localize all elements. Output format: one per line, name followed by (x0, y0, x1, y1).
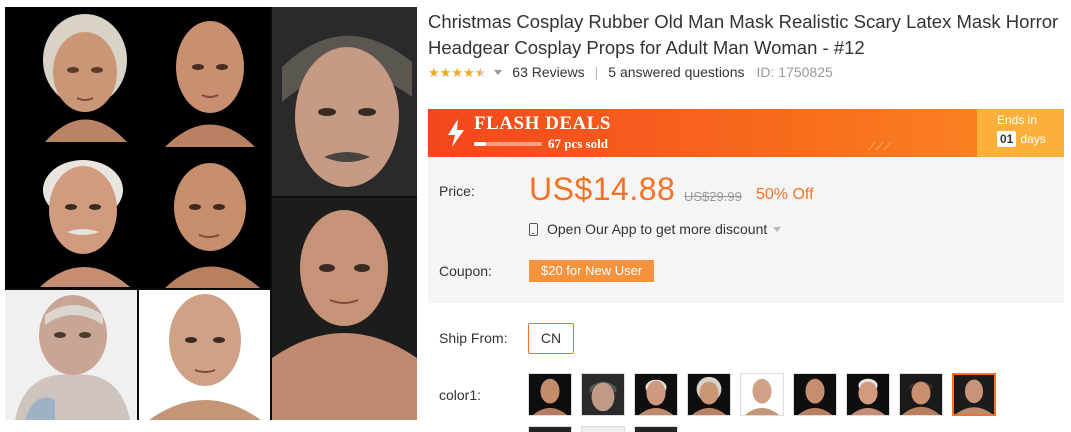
phone-icon (529, 222, 538, 236)
gallery-image-worn-mask[interactable] (5, 290, 137, 420)
original-price: US$29.99 (684, 189, 742, 204)
ship-from-label: Ship From: (439, 330, 508, 346)
flash-deals-title: FLASH DEALS (474, 113, 611, 134)
countdown-box: Ends in 01 days (977, 109, 1064, 157)
answered-questions-link[interactable]: 5 answered questions (608, 64, 744, 80)
current-price: US$14.88 (529, 171, 676, 207)
star-icon: ★ (439, 64, 452, 80)
product-image-gallery[interactable] (5, 7, 417, 420)
color-swatch[interactable] (846, 373, 890, 416)
product-title: Christmas Cosplay Rubber Old Man Mask Re… (428, 11, 1059, 58)
sold-progress-bar (474, 142, 542, 146)
half-star-icon: ★ (474, 64, 487, 80)
product-id: ID: 1750825 (756, 64, 833, 80)
coupon-badge[interactable]: $20 for New User (525, 260, 655, 282)
app-discount-text[interactable]: Open Our App to get more discount (547, 221, 767, 237)
color-label: color1: (439, 387, 482, 403)
price-panel: Price: US$14.88 US$29.99 50% Off Open Ou… (428, 157, 1064, 303)
app-discount-row[interactable]: Open Our App to get more discount (529, 221, 782, 237)
pcs-sold: 67 pcs sold (548, 136, 608, 151)
color-swatch[interactable] (634, 426, 678, 432)
days-unit: days (1020, 132, 1046, 146)
star-icon: ★ (462, 64, 475, 80)
days-value: 01 (997, 131, 1017, 147)
discount-percent: 50% Off (756, 186, 814, 203)
chevron-down-icon[interactable] (773, 226, 782, 232)
gallery-image-mask-front[interactable] (139, 290, 270, 420)
product-meta-row: ★ ★ ★ ★ ★ 63 Reviews | 5 answered questi… (428, 63, 833, 81)
color-swatch-list (528, 373, 1005, 416)
rating-stars[interactable]: ★ ★ ★ ★ ★ (428, 66, 486, 79)
color-swatch[interactable] (899, 373, 943, 416)
color-swatch-list-row2 (528, 426, 687, 432)
color-swatch[interactable] (528, 426, 572, 432)
coupon-label: Coupon: (439, 263, 492, 279)
gallery-image-bald-man-bust[interactable] (272, 198, 417, 420)
gallery-image-four-masks[interactable] (5, 7, 270, 288)
color-swatch[interactable] (581, 426, 625, 432)
color-swatch[interactable] (528, 373, 572, 416)
decorative-pattern: ⟋⟋⟋ (868, 141, 892, 153)
ship-from-option-cn[interactable]: CN (528, 323, 574, 354)
gallery-image-grey-haired-man[interactable] (272, 7, 417, 196)
color-swatch[interactable] (687, 373, 731, 416)
lightning-icon (448, 119, 464, 147)
color-swatch[interactable] (634, 373, 678, 416)
price-label: Price: (439, 183, 475, 199)
flash-deals-banner: FLASH DEALS 67 pcs sold ⟋⟋⟋ Ends in 01 d… (428, 109, 1064, 157)
star-icon: ★ (451, 64, 463, 80)
reviews-link[interactable]: 63 Reviews (512, 64, 584, 80)
separator: | (594, 64, 599, 80)
color-swatch[interactable] (581, 373, 625, 416)
ends-in-label: Ends in (997, 113, 1038, 127)
star-icon: ★ (428, 64, 440, 80)
color-swatch-selected[interactable] (952, 373, 996, 416)
sold-progress-fill (474, 142, 487, 146)
color-swatch[interactable] (740, 373, 784, 416)
color-swatch[interactable] (793, 373, 837, 416)
rating-dropdown-icon[interactable] (494, 69, 503, 75)
